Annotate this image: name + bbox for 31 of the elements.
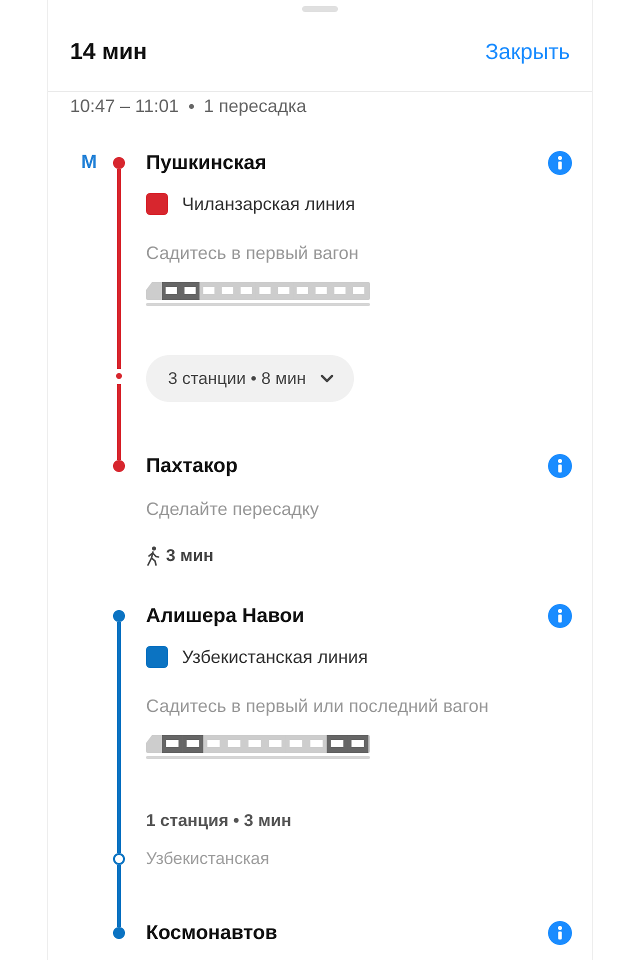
boarding-hint: Садитесь в первый или последний вагон (146, 695, 490, 718)
time-range: 10:47 – 11:01 (70, 95, 179, 118)
info-icon[interactable] (548, 454, 572, 478)
separator-dot (188, 104, 194, 108)
walking-person-icon (146, 546, 160, 566)
station-name: Космонавтов (146, 921, 278, 946)
metro-logo: М (81, 151, 97, 175)
info-icon[interactable] (548, 604, 572, 628)
info-icon[interactable] (548, 921, 572, 945)
duration-title: 14 мин (70, 37, 148, 66)
station-dot (113, 610, 125, 622)
info-icon[interactable] (548, 151, 572, 175)
boarding-hint: Садитесь в первый вагон (146, 242, 360, 265)
intermediate-station: Узбекистанская (146, 848, 270, 870)
station-dot (113, 157, 125, 169)
station-dot (116, 372, 122, 378)
line-name: Узбекистанская линия (182, 646, 368, 669)
station-name: Алишера Навои (146, 604, 304, 629)
transfer-count: 1 пересадка (204, 95, 306, 118)
station-name: Пахтакор (146, 454, 238, 479)
transfer-hint: Сделайте пересадку (146, 498, 320, 521)
stops-summary: 1 станция • 3 мин (146, 810, 292, 832)
station-name: Пушкинская (146, 151, 266, 176)
station-dot (113, 853, 125, 865)
station-dot (113, 927, 125, 939)
chevron-down-icon (320, 374, 334, 383)
line-name: Чиланзарская линия (182, 193, 356, 216)
walk-duration: 3 мин (166, 545, 214, 567)
stops-toggle-button[interactable]: 3 станции • 8 мин (146, 355, 354, 402)
drag-handle[interactable] (302, 6, 338, 12)
station-dot (113, 460, 125, 472)
